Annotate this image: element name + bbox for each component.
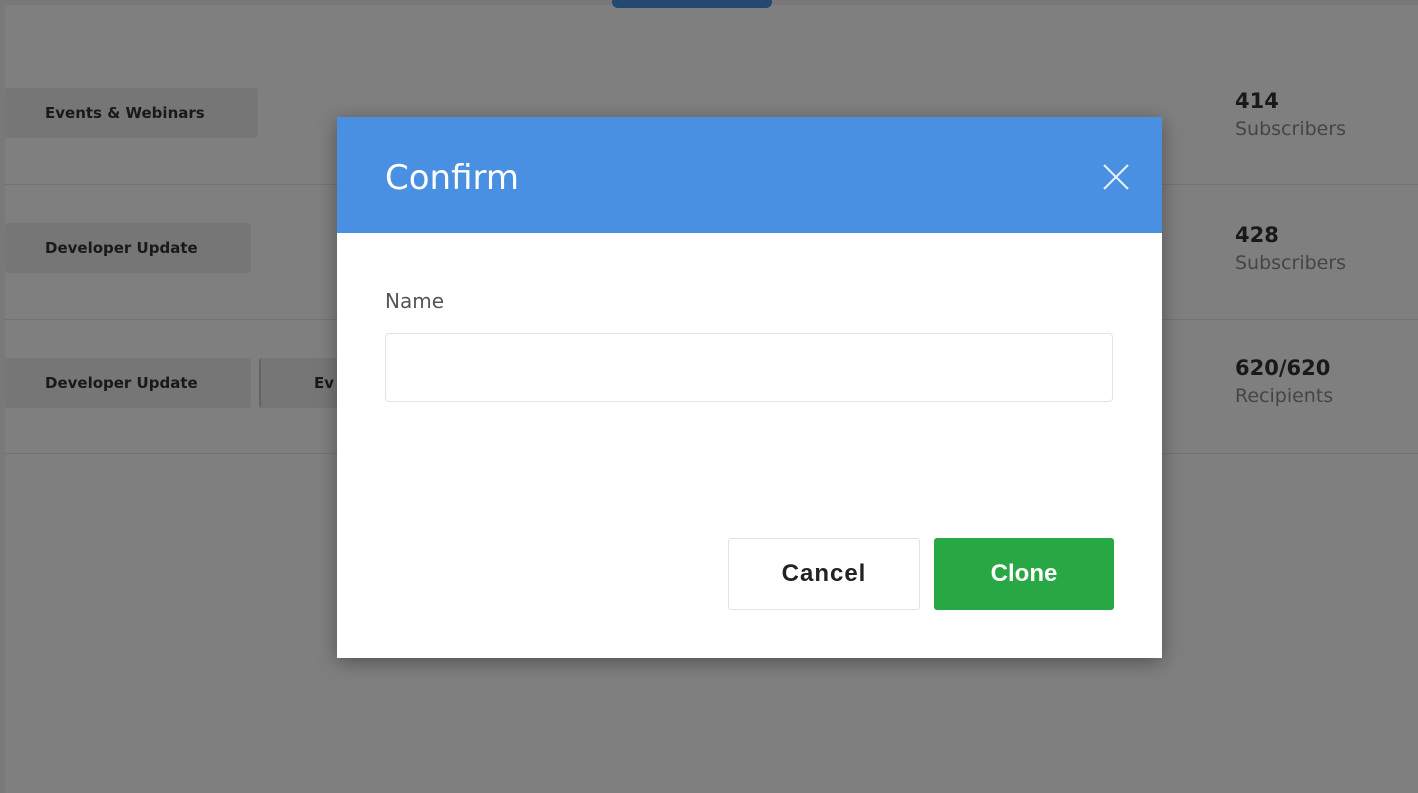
confirm-dialog: Confirm Name Cancel Clone [337, 117, 1162, 658]
page: Events & Webinars 414 Subscribers Develo… [0, 0, 1418, 793]
close-icon-glyph [1103, 164, 1129, 190]
dialog-header: Confirm [337, 117, 1162, 233]
dialog-title: Confirm [385, 158, 520, 198]
clone-button[interactable]: Clone [934, 538, 1114, 610]
name-input[interactable] [385, 333, 1113, 402]
close-icon[interactable] [1100, 161, 1132, 193]
cancel-button[interactable]: Cancel [728, 538, 920, 610]
name-field-label: Name [385, 289, 445, 313]
